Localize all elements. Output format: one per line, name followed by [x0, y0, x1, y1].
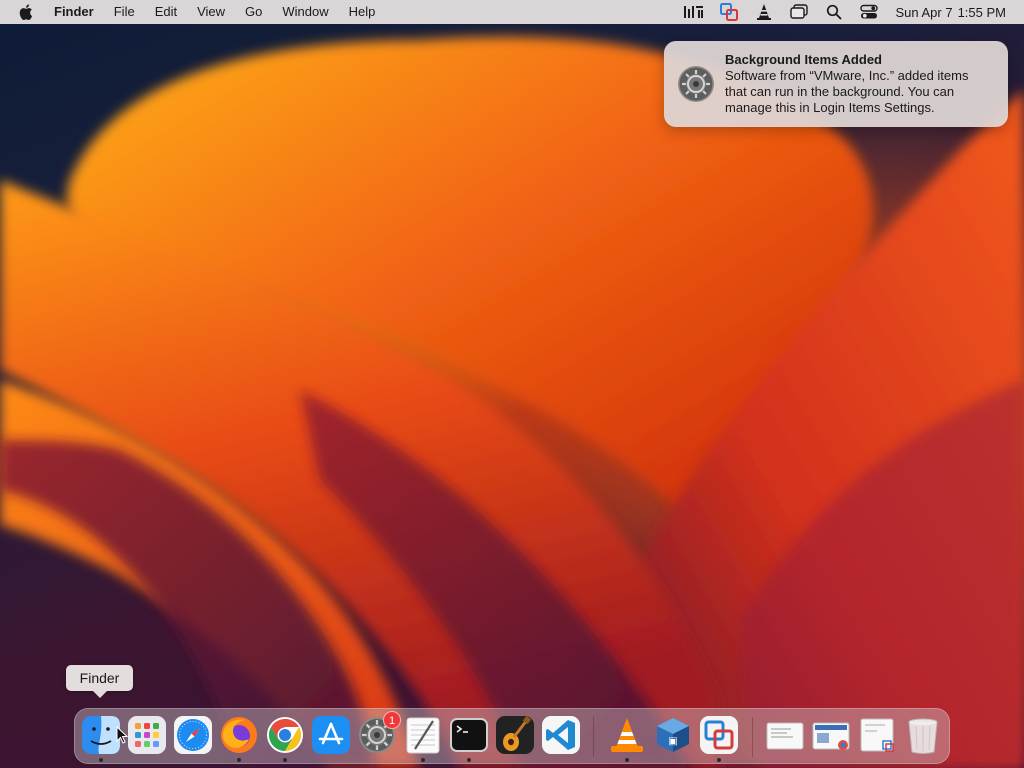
menu-file[interactable]: File — [104, 0, 145, 24]
audio-bars-icon[interactable] — [682, 0, 706, 24]
virtualbox-icon: ▣ — [657, 718, 689, 752]
dock-launchpad[interactable] — [127, 715, 167, 755]
dock-separator-2 — [752, 717, 753, 757]
mouse-cursor-icon — [116, 726, 128, 744]
running-indicator-firefox — [237, 758, 241, 762]
vlc-icon[interactable] — [752, 0, 776, 24]
launchpad-icon — [128, 716, 166, 754]
dock-app-store[interactable] — [311, 715, 351, 755]
notification-title: Background Items Added — [725, 52, 882, 67]
menu-window[interactable]: Window — [272, 0, 338, 24]
menu-view[interactable]: View — [187, 0, 235, 24]
app-menu-finder[interactable]: Finder — [48, 0, 104, 24]
vscode-icon — [542, 716, 580, 754]
dock-firefox[interactable] — [219, 715, 259, 755]
document-thumbnail-icon — [812, 722, 850, 750]
clock-time: 1:55 PM — [957, 4, 1006, 20]
svg-text:▣: ▣ — [668, 736, 677, 747]
menu-go[interactable]: Go — [235, 0, 272, 24]
running-indicator-vlc — [625, 758, 629, 762]
dock-vmware-fusion[interactable] — [699, 715, 739, 755]
dock-virtualbox[interactable]: ▣ — [653, 715, 693, 755]
menu-bar: Finder File Edit View Go Window Help Sun… — [0, 0, 1024, 24]
notification-body-line-2: that can run in the background. You can — [725, 84, 955, 99]
menu-help[interactable]: Help — [339, 0, 386, 24]
vlc-icon — [611, 718, 643, 752]
firefox-icon — [221, 717, 257, 753]
dock-separator-1 — [593, 717, 594, 757]
document-thumbnail-icon — [860, 718, 894, 752]
trash-icon — [908, 718, 938, 754]
dock-recent-document-2[interactable] — [811, 715, 851, 755]
vmware-fusion-icon — [700, 716, 738, 754]
menu-bar-clock[interactable]: Sun Apr 7 1:55 PM — [895, 5, 1006, 20]
running-indicator-vmware-fusion — [717, 758, 721, 762]
dock-textedit[interactable] — [403, 715, 443, 755]
dock-garageband[interactable] — [495, 715, 535, 755]
dock: 1 ▣ — [74, 708, 950, 764]
dock-vlc[interactable] — [607, 715, 647, 755]
notification-body-line-1: Software from “VMware, Inc.” added items — [725, 68, 969, 83]
chrome-icon — [267, 717, 303, 753]
search-icon[interactable] — [822, 0, 846, 24]
window-stack-icon[interactable] — [787, 0, 811, 24]
dock-terminal[interactable] — [449, 715, 489, 755]
running-indicator-finder — [99, 758, 103, 762]
app-store-icon — [312, 716, 350, 754]
finder-icon — [82, 716, 120, 754]
dock-vscode[interactable] — [541, 715, 581, 755]
dock-chrome[interactable] — [265, 715, 305, 755]
textedit-icon — [406, 717, 440, 754]
dock-recent-document-3[interactable] — [857, 715, 897, 755]
dock-safari[interactable] — [173, 715, 213, 755]
dock-tooltip: Finder — [66, 665, 133, 698]
document-thumbnail-icon — [766, 722, 804, 750]
system-settings-icon — [677, 65, 715, 103]
running-indicator-terminal — [467, 758, 471, 762]
dock-system-settings[interactable]: 1 — [357, 711, 401, 755]
dock-recent-document-1[interactable] — [765, 715, 805, 755]
dock-finder[interactable] — [81, 715, 121, 755]
clock-date: Sun Apr 7 — [895, 4, 953, 20]
menu-edit[interactable]: Edit — [145, 0, 187, 24]
dock-trash[interactable] — [903, 715, 943, 755]
running-indicator-textedit — [421, 758, 425, 762]
vmware-icon[interactable] — [717, 0, 741, 24]
background-items-notification[interactable]: Background Items Added Software from “VM… — [664, 41, 1008, 127]
settings-notification-badge: 1 — [383, 711, 401, 729]
apple-menu-icon[interactable] — [18, 0, 34, 24]
control-center-icon[interactable] — [857, 0, 881, 24]
notification-body-line-3: manage this in Login Items Settings. — [725, 100, 935, 115]
terminal-icon — [450, 718, 488, 752]
safari-icon — [174, 716, 212, 754]
garageband-icon — [496, 715, 534, 754]
running-indicator-chrome — [283, 758, 287, 762]
